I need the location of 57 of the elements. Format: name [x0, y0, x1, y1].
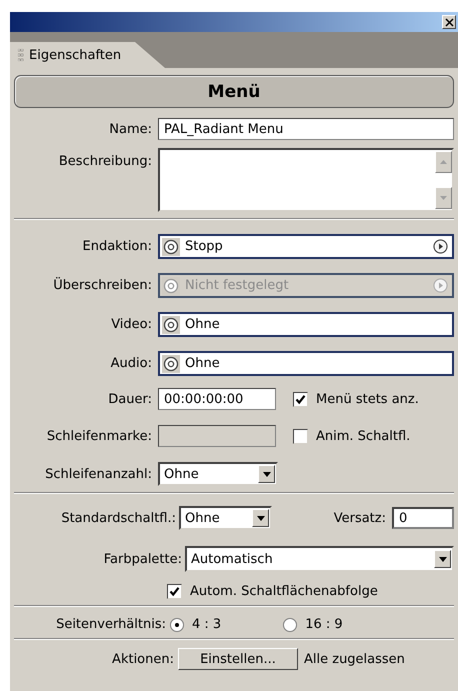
dropdown-arrow-icon [256, 516, 264, 520]
field-label: Überschreiben: [52, 278, 153, 293]
field-label: Beschreibung: [58, 153, 153, 169]
field-label: Versatz: [334, 510, 386, 526]
pickwhip-field[interactable]: Ohne [158, 312, 454, 337]
close-button[interactable] [442, 15, 456, 29]
radio-button[interactable] [283, 618, 298, 632]
radio-label: 16 : 9 [305, 617, 343, 632]
field-label: Seitenverhältnis: [55, 617, 167, 632]
pickwhip-field[interactable]: Stopp [158, 234, 454, 259]
pickwhip-field[interactable]: Ohne [158, 351, 454, 376]
close-icon [444, 18, 454, 26]
offset-field[interactable]: 0 [392, 507, 454, 529]
field-label: Endaktion: [82, 239, 153, 254]
checkbox[interactable] [293, 392, 308, 406]
name-field[interactable]: PAL_Radiant Menu [158, 118, 454, 140]
pickwhip-icon [162, 316, 180, 334]
up-arrow-icon [440, 160, 447, 164]
section-header: Menü [14, 75, 454, 108]
field-label: Schleifenmarke: [46, 428, 153, 444]
properties-tab[interactable]: Eigenschaften [10, 42, 165, 68]
down-arrow-icon [440, 196, 447, 200]
scroll-up-button[interactable] [435, 151, 452, 173]
pickwhip-icon [162, 238, 180, 256]
checkbox[interactable] [167, 584, 182, 599]
play-icon [433, 239, 448, 254]
field-label: Schleifenanzahl: [44, 466, 153, 482]
actions-status: Alle zugelassen [304, 652, 405, 666]
grip-icon [18, 49, 24, 61]
checkbox-label: Autom. Schaltflächenabfolge [190, 584, 378, 599]
checkbox-label: Anim. Schaltfl. [316, 428, 410, 444]
dropdown-arrow-icon [262, 472, 270, 476]
field-label: Dauer: [107, 392, 153, 406]
field-label: Audio: [110, 356, 153, 371]
color-palette-dropdown[interactable]: Automatisch [185, 546, 454, 572]
field-label: Aktionen: [111, 652, 175, 666]
radio-label: 4 : 3 [192, 617, 222, 632]
pickwhip-icon [162, 354, 180, 372]
description-field[interactable] [158, 148, 454, 212]
checkmark-icon [169, 586, 180, 597]
checkbox[interactable] [293, 428, 308, 444]
tab-label: Eigenschaften [29, 48, 122, 62]
duration-field[interactable]: 00:00:00:00 [158, 388, 276, 410]
settings-button[interactable]: Einstellen... [178, 648, 298, 670]
pickwhip-icon [162, 276, 180, 294]
scroll-down-button[interactable] [435, 187, 452, 209]
checkbox-label: Menü stets anz. [316, 392, 419, 406]
field-label: Standardschaltfl.: [60, 510, 177, 526]
radio-button[interactable] [170, 618, 184, 632]
play-icon [433, 278, 448, 293]
field-label: Name: [108, 122, 153, 136]
field-label: Farbpalette: [102, 552, 183, 566]
dropdown-arrow-icon [438, 556, 446, 562]
loop-count-dropdown[interactable]: Ohne [158, 462, 278, 486]
field-label: Video: [110, 317, 153, 332]
default-button-dropdown[interactable]: Ohne [179, 506, 272, 530]
checkmark-icon [295, 394, 306, 404]
